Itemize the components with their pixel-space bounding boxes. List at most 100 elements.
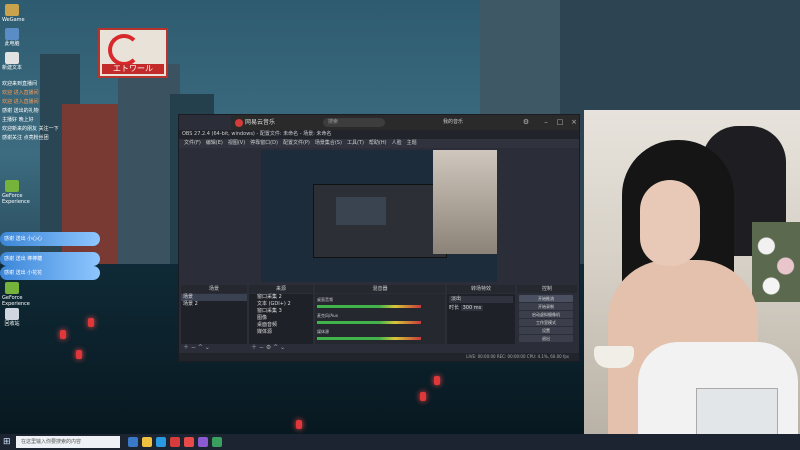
source-item[interactable]: 窗口采集 3 <box>249 308 313 315</box>
streamer-face <box>640 180 700 266</box>
chat-line: 主播好 晚上好 <box>2 117 34 123</box>
source-item[interactable]: 桌面音频 <box>249 322 313 329</box>
sources-list: 窗口采集 2 文本 (GDI+) 2 窗口采集 3 图像 桌面音频 媒体源 <box>249 294 313 344</box>
flower-bouquet <box>752 222 800 302</box>
chat-overlay: 欢迎来到直播间 欢迎 进入直播间 欢迎 进入直播间 感谢 送出的礼物 主播好 晚… <box>2 80 106 143</box>
netease-music-taskbar-icon[interactable] <box>184 437 194 447</box>
minimize-icon[interactable]: – <box>541 115 551 130</box>
chat-line: 欢迎来到直播间 <box>2 81 38 87</box>
scene-item[interactable]: 场景 2 <box>181 301 247 308</box>
music-window-titlebar[interactable]: 网易云音乐 搜索 我的音乐 ⚙ – □ × <box>231 115 579 130</box>
sources-panel-header: 来源 <box>249 285 313 293</box>
obs-window[interactable]: 网易云音乐 搜索 我的音乐 ⚙ – □ × OBS 27.2.4 (64-bit… <box>178 114 580 362</box>
menu-item[interactable]: 配置文件(P) <box>283 140 310 146</box>
mug <box>594 346 634 368</box>
volume-meter <box>317 321 421 324</box>
gift-banner: 感谢 送出 小心心 <box>0 232 100 246</box>
menu-item[interactable]: 主题 <box>407 140 417 146</box>
taskbar: ⊞ 在这里输入你要搜索的内容 <box>0 434 800 450</box>
settings-button[interactable]: 设置 <box>519 327 573 334</box>
lantern-icon <box>60 330 66 339</box>
desktop-icon-recycle-bin[interactable]: 回收站 <box>2 308 22 327</box>
source-item[interactable]: 文本 (GDI+) 2 <box>249 301 313 308</box>
menu-item[interactable]: 停靠窗口(D) <box>250 140 278 146</box>
music-search-input[interactable]: 搜索 <box>323 118 385 127</box>
chat-line: 欢迎新来的朋友 关注一下 <box>2 126 59 132</box>
obs-menu-bar: 文件(F) 编辑(E) 视图(V) 停靠窗口(D) 配置文件(P) 场景集合(S) 工具(T… <box>179 139 579 148</box>
sources-toolbar[interactable]: ＋ − ⚙ ^ ⌄ <box>251 344 285 352</box>
windows-start-icon[interactable]: ⊞ <box>3 437 13 447</box>
task-view-icon[interactable] <box>128 437 138 447</box>
lantern-icon <box>296 420 302 429</box>
duration-label: 时长 <box>449 305 460 311</box>
scenes-toolbar[interactable]: ＋ − ^ ⌄ <box>183 344 210 352</box>
edge-browser-icon[interactable] <box>156 437 166 447</box>
obs-taskbar-icon[interactable] <box>170 437 180 447</box>
desktop-icon-text-file[interactable]: 新建文本 <box>2 52 22 71</box>
transition-type[interactable]: 淡出 <box>449 296 513 303</box>
lantern-icon <box>76 350 82 359</box>
controls-panel-header: 控制 <box>517 285 577 293</box>
menu-item[interactable]: 文件(F) <box>184 140 201 146</box>
menu-item[interactable]: 工具(T) <box>347 140 364 146</box>
netease-music-logo-icon <box>235 118 243 127</box>
source-item[interactable]: 窗口采集 2 <box>249 294 313 301</box>
menu-item[interactable]: 场景集合(S) <box>315 140 342 146</box>
obs-preview-canvas[interactable] <box>261 150 497 282</box>
sign-logo-icon <box>108 34 140 66</box>
sign-text: エトワール <box>102 64 164 74</box>
menu-item[interactable]: 编辑(E) <box>206 140 223 146</box>
duration-value[interactable]: 300 ms <box>460 305 484 311</box>
app-taskbar-icon[interactable] <box>198 437 208 447</box>
music-app-name: 网易云音乐 <box>245 119 276 126</box>
desktop-icon-geforce[interactable]: GeForce Experience <box>2 180 30 205</box>
settings-icon[interactable]: ⚙ <box>521 115 531 130</box>
computer-icon <box>5 28 19 40</box>
city-sign: エトワール <box>98 28 168 78</box>
chat-line: 感谢 送出的礼物 <box>2 108 39 114</box>
start-recording-button[interactable]: 开始录制 <box>519 303 573 310</box>
studio-mode-button[interactable]: 工作室模式 <box>519 319 573 326</box>
menu-item[interactable]: 帮助(H) <box>369 140 387 146</box>
wegame-icon <box>5 4 19 16</box>
source-item[interactable]: 图像 <box>249 315 313 322</box>
desktop-icon-this-pc[interactable]: 此电脑 <box>2 28 22 47</box>
virtual-camera-button[interactable]: 启动虚拟摄像机 <box>519 311 573 318</box>
geforce-icon <box>5 180 19 192</box>
gift-banner: 感谢 送出 棒棒糖 <box>0 252 100 266</box>
nested-preview-inner <box>336 197 386 225</box>
scene-item[interactable]: 场景 <box>181 294 247 301</box>
transitions-panel-header: 转场特效 <box>447 285 515 293</box>
transition-duration-row: 时长 300 ms <box>447 305 515 312</box>
obs-titlebar[interactable]: OBS 27.2.4 (64-bit, windows) - 配置文件: 未命名… <box>179 130 579 139</box>
gift-banner: 感谢 送出 小花花 <box>0 266 100 280</box>
mixer-panel-header: 混音器 <box>315 285 445 293</box>
desktop-icon-wegame[interactable]: WeGame <box>2 4 25 23</box>
lantern-icon <box>434 376 440 385</box>
chat-line: 欢迎 进入直播间 <box>2 90 39 96</box>
nested-preview <box>313 184 447 258</box>
transitions-panel: 淡出 时长 300 ms <box>447 294 515 344</box>
taskbar-search-input[interactable]: 在这里输入你要搜索的内容 <box>16 436 120 448</box>
desktop-icon-geforce-2[interactable]: GeForce Experience <box>2 282 30 307</box>
music-user-label[interactable]: 我的音乐 <box>443 115 463 130</box>
mixer-channel-label: 媒体源 <box>317 329 329 334</box>
file-explorer-icon[interactable] <box>142 437 152 447</box>
recycle-bin-icon <box>5 308 19 320</box>
volume-meter <box>317 337 421 340</box>
menu-item[interactable]: 视图(V) <box>228 140 245 146</box>
close-icon[interactable]: × <box>569 115 579 130</box>
source-item[interactable]: 媒体源 <box>249 329 313 336</box>
app-taskbar-icon[interactable] <box>212 437 222 447</box>
scenes-list: 场景 场景 2 <box>181 294 247 344</box>
exit-button[interactable]: 退出 <box>519 335 573 342</box>
mixer-channel-label: 麦克风/Aux <box>317 313 338 318</box>
lantern-icon <box>420 392 426 401</box>
menu-item[interactable]: 人脸 <box>392 140 402 146</box>
maximize-icon[interactable]: □ <box>555 115 565 130</box>
lantern-icon <box>88 318 94 327</box>
start-streaming-button[interactable]: 开始推流 <box>519 295 573 302</box>
webcam-overlay <box>584 110 800 450</box>
chat-line: 感谢关注 点亮粉丝团 <box>2 135 49 141</box>
obs-status-bar: LIVE: 00:00:00 REC: 00:00:00 CPU: 4.1%, … <box>179 353 579 361</box>
